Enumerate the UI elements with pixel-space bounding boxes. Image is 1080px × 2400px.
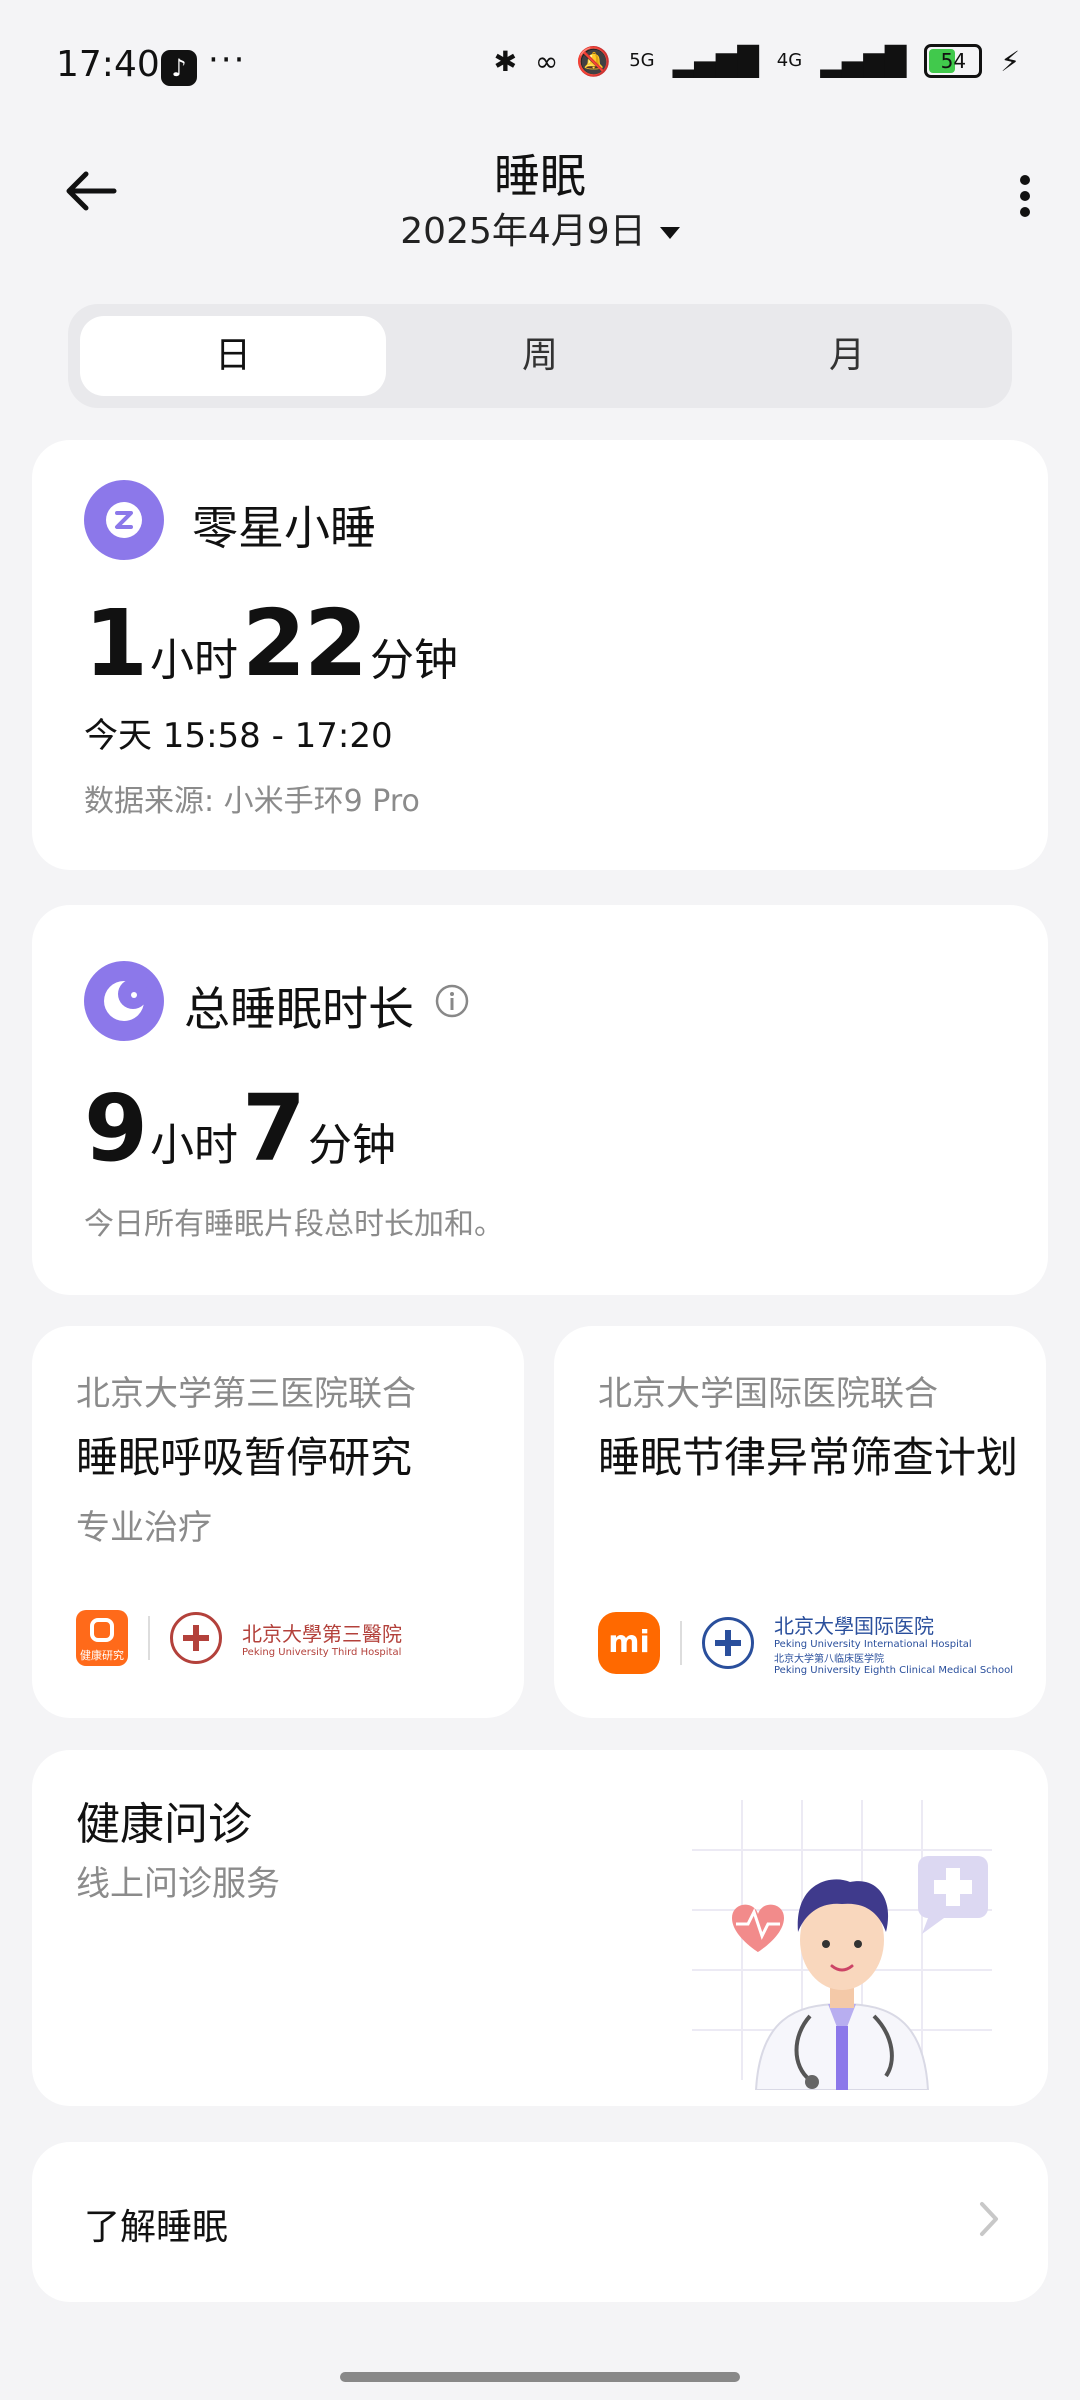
health-research-logo: 健康研究 — [76, 1610, 128, 1666]
hospital-logo-text: 北京大學第三醫院 Peking University Third Hospita… — [242, 1622, 402, 1658]
total-sleep-description: 今日所有睡眠片段总时长加和。 — [84, 1207, 504, 1242]
study-partner: 北京大学国际医院联合 — [598, 1374, 938, 1414]
nap-duration: 1小时22分钟 — [84, 590, 462, 697]
total-hours: 9 — [84, 1075, 148, 1182]
caret-down-icon — [659, 227, 680, 239]
nap-title: 零星小睡 — [192, 501, 376, 555]
study-subtitle: 专业治疗 — [76, 1508, 212, 1548]
study-title: 睡眠节律异常筛查计划 — [598, 1433, 1019, 1482]
nap-time-range: 今天 15:58 - 17:20 — [84, 716, 393, 756]
battery-level: 54 — [940, 49, 967, 73]
total-sleep-title: 总睡眠时长 — [184, 982, 414, 1036]
study-card-apnea[interactable]: 北京大学第三医院联合 睡眠呼吸暂停研究 专业治疗 健康研究 北京大學第三醫院 P… — [32, 1326, 524, 1718]
tiktok-icon: ♪ — [161, 50, 197, 86]
moon-icon — [84, 961, 164, 1041]
more-notifications-icon: ··· — [208, 40, 247, 80]
learn-sleep-label: 了解睡眠 — [84, 2207, 229, 2248]
mute-icon: 🔕 — [576, 44, 612, 78]
nap-minutes-unit: 分钟 — [370, 635, 459, 686]
nap-card[interactable]: 零星小睡 1小时22分钟 今天 15:58 - 17:20 数据来源: 小米手环… — [32, 440, 1048, 870]
battery-icon: 54 — [924, 44, 983, 78]
tab-day[interactable]: 日 — [80, 316, 386, 396]
total-sleep-card[interactable]: 总睡眠时长 9小时7分钟 今日所有睡眠片段总时长加和。 — [32, 905, 1048, 1295]
home-indicator[interactable] — [340, 2372, 740, 2382]
study-title: 睡眠呼吸暂停研究 — [76, 1433, 413, 1482]
study-card-rhythm[interactable]: 北京大学国际医院联合 睡眠节律异常筛查计划 mi 北京大學国际医院 Peking… — [554, 1326, 1046, 1718]
total-sleep-duration: 9小时7分钟 — [84, 1075, 400, 1182]
date-label: 2025年4月9日 — [400, 211, 646, 252]
study-logos: mi 北京大學国际医院 Peking University Internatio… — [598, 1610, 1013, 1676]
health-consult-card[interactable]: 健康问诊 线上问诊服务 — [32, 1750, 1048, 2106]
signal-bars-icon: ▂▄▆█ — [672, 44, 759, 78]
study-partner: 北京大学第三医院联合 — [76, 1374, 416, 1414]
learn-sleep-row[interactable]: 了解睡眠 — [32, 2142, 1048, 2302]
logo-divider — [680, 1621, 682, 1665]
doctor-illustration — [692, 1800, 992, 2090]
hospital-logo-text: 北京大學国际医院 Peking University International… — [774, 1614, 1014, 1676]
more-options-icon[interactable] — [1000, 166, 1050, 226]
header: 睡眠 2025年4月9日 — [0, 130, 1080, 280]
total-minutes-unit: 分钟 — [308, 1120, 397, 1171]
signal-bars-icon-2: ▂▄▆█ — [820, 44, 907, 78]
chevron-right-icon — [980, 2202, 998, 2236]
link-icon: ∞ — [535, 44, 559, 78]
nap-minutes: 22 — [242, 590, 368, 697]
logo-divider — [148, 1616, 150, 1660]
status-time: 17:40 — [56, 44, 160, 85]
hospital-emblem-icon — [170, 1612, 222, 1664]
total-hours-unit: 小时 — [150, 1120, 239, 1171]
nap-hours: 1 — [84, 590, 148, 697]
signal-4g-icon: 4G — [776, 50, 803, 71]
study-logos: 健康研究 北京大學第三醫院 Peking University Third Ho… — [76, 1610, 402, 1666]
status-icons: ✱ ∞ 🔕 5G ▂▄▆█ 4G ▂▄▆█ 54 ⚡ — [494, 44, 1020, 78]
bluetooth-icon: ✱ — [493, 44, 518, 78]
signal-5g-icon: 5G — [629, 50, 655, 71]
date-selector[interactable]: 2025年4月9日 — [0, 202, 1080, 254]
nap-icon — [84, 480, 164, 560]
nap-hours-unit: 小时 — [150, 635, 239, 686]
total-minutes: 7 — [242, 1075, 306, 1182]
nap-data-source: 数据来源: 小米手环9 Pro — [84, 784, 420, 819]
status-bar: 17:40 ♪ ··· ✱ ∞ 🔕 5G ▂▄▆█ 4G ▂▄▆█ 54 ⚡ — [0, 0, 1080, 130]
charging-icon: ⚡ — [1000, 44, 1020, 78]
mi-logo: mi — [598, 1612, 660, 1674]
info-icon[interactable] — [434, 983, 470, 1019]
consult-subtitle: 线上问诊服务 — [76, 1864, 280, 1904]
consult-title: 健康问诊 — [76, 1799, 252, 1850]
tab-month[interactable]: 月 — [694, 316, 1000, 396]
tab-week[interactable]: 周 — [387, 316, 693, 396]
hospital-emblem-icon — [702, 1617, 754, 1669]
period-segmented-control: 日 周 月 — [68, 304, 1012, 408]
page-title: 睡眠 — [494, 149, 586, 203]
